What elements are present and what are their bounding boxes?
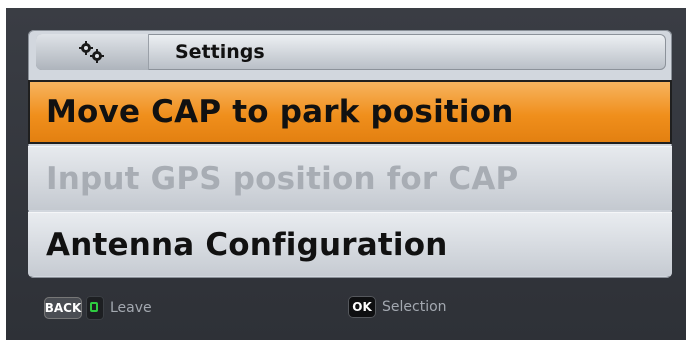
ok-key-icon[interactable]: OK: [348, 296, 376, 318]
settings-panel: Settings Move CAP to park position Input…: [28, 30, 672, 278]
menu-item-antenna-configuration[interactable]: Antenna Configuration: [28, 212, 672, 276]
menu-item-label: Input GPS position for CAP: [46, 160, 519, 197]
menu-item-label: Move CAP to park position: [46, 94, 514, 130]
settings-header: Settings: [36, 34, 666, 70]
page-title: Settings: [175, 41, 265, 63]
leave-label: Leave: [110, 300, 152, 316]
menu-item-move-cap-park[interactable]: Move CAP to park position: [28, 80, 672, 144]
menu-item-input-gps-position[interactable]: Input GPS position for CAP: [28, 146, 672, 210]
footer-hints: BACK Leave OK Selection: [6, 296, 686, 326]
selection-hint: OK Selection: [348, 296, 447, 318]
gears-icon: [36, 34, 149, 70]
settings-screen: Settings Move CAP to park position Input…: [6, 8, 686, 340]
green-key-icon[interactable]: [86, 296, 104, 320]
selection-label: Selection: [382, 299, 447, 315]
leave-hint: BACK Leave: [44, 296, 152, 320]
back-key-icon[interactable]: BACK: [44, 297, 82, 319]
menu-item-label: Antenna Configuration: [46, 226, 448, 263]
